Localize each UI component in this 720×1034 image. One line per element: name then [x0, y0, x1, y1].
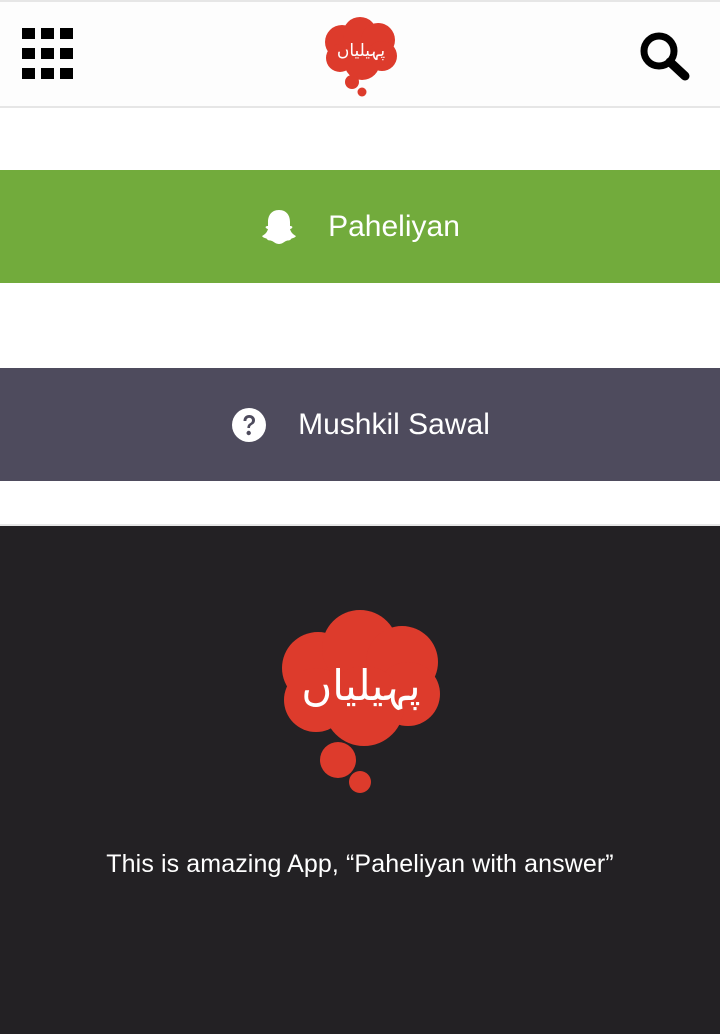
search-icon [640, 32, 690, 81]
menu-item-mushkil-sawal[interactable]: Mushkil Sawal [0, 368, 720, 481]
app-header: پہیلیاں [0, 0, 720, 108]
menu-item-label: Paheliyan [328, 209, 460, 243]
app-tagline: This is amazing App, “Paheliyan with ans… [106, 850, 614, 878]
search-button[interactable] [638, 30, 692, 84]
app-logo[interactable]: پہیلیاں [322, 16, 400, 98]
footer-panel: پہیلیاں This is amazing App, “Paheliyan … [0, 524, 720, 1034]
ghost-icon [260, 208, 298, 246]
grid-menu-button[interactable] [22, 28, 76, 82]
app-screen: پہیلیاں Paheliyan Mushkil Sawal پہیلیاں … [0, 0, 720, 1034]
logo-text: پہیلیاں [337, 41, 386, 61]
menu-item-paheliyan[interactable]: Paheliyan [0, 170, 720, 283]
grid-icon [22, 28, 73, 79]
footer-logo: پہیلیاں [276, 610, 446, 796]
question-circle-icon [230, 406, 268, 444]
menu-item-label: Mushkil Sawal [298, 407, 490, 441]
footer-logo-text: پہیلیاں [301, 661, 420, 711]
